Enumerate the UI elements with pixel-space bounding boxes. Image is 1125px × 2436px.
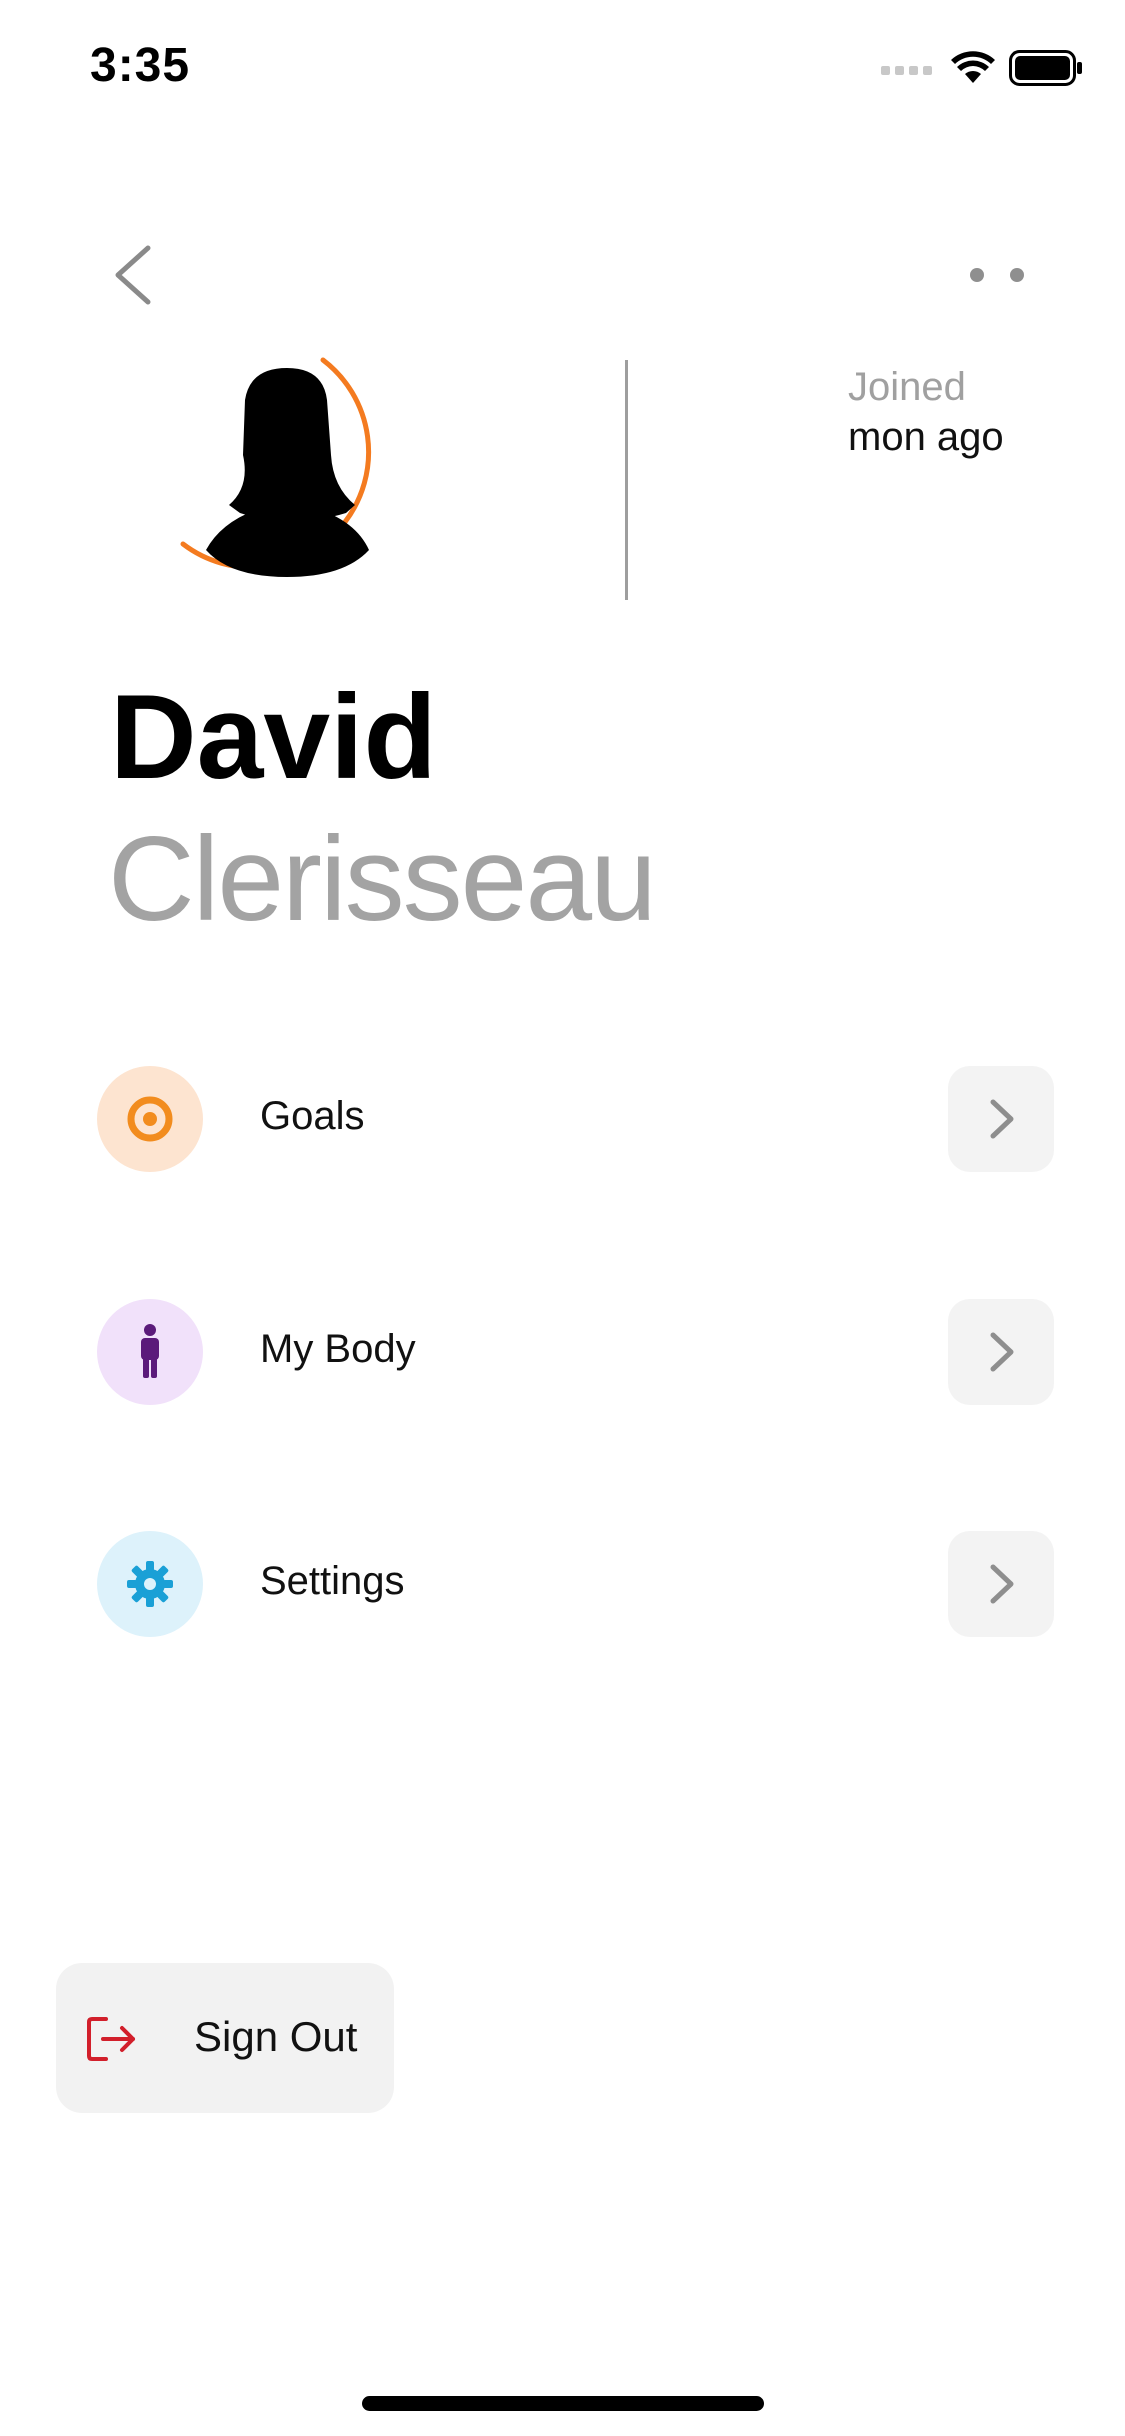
more-button[interactable] <box>965 255 1035 295</box>
chevron-right-icon <box>990 1332 1014 1372</box>
menu-item-goals[interactable]: Goals <box>0 1064 1125 1174</box>
sign-out-label: Sign Out <box>194 2013 358 2060</box>
menu-item-label: My Body <box>260 1327 416 1371</box>
status-icons <box>881 50 1083 91</box>
header-divider <box>625 360 628 600</box>
my-body-icon-badge <box>97 1299 203 1405</box>
status-time: 3:35 <box>90 39 191 92</box>
settings-chevron-button[interactable] <box>948 1531 1054 1637</box>
menu-item-my-body[interactable]: My Body <box>0 1297 1125 1407</box>
joined-value: mon ago <box>848 415 1004 459</box>
settings-icon-badge <box>97 1531 203 1637</box>
menu-item-settings[interactable]: Settings <box>0 1529 1125 1639</box>
goals-chevron-button[interactable] <box>948 1066 1054 1172</box>
last-name: Clerisseau <box>108 812 657 946</box>
chevron-right-icon <box>990 1564 1014 1604</box>
joined-label: Joined <box>848 365 966 409</box>
gear-icon <box>127 1561 173 1607</box>
goals-icon-badge <box>97 1066 203 1172</box>
signal-icon <box>881 60 937 81</box>
more-dots-icon <box>970 268 1024 282</box>
my-body-chevron-button[interactable] <box>948 1299 1054 1405</box>
home-indicator <box>362 2396 764 2411</box>
person-icon <box>141 1324 159 1378</box>
battery-icon <box>1009 50 1083 91</box>
sign-out-button[interactable]: Sign Out <box>56 1963 394 2113</box>
chevron-right-icon <box>990 1099 1014 1139</box>
sign-out-icon <box>87 2017 135 2061</box>
wifi-icon <box>951 51 995 90</box>
chevron-left-icon <box>115 245 151 305</box>
menu-item-label: Settings <box>260 1559 405 1603</box>
avatar[interactable] <box>170 355 410 605</box>
first-name: David <box>110 670 437 804</box>
menu-item-label: Goals <box>260 1094 365 1138</box>
back-button[interactable] <box>100 230 170 320</box>
target-icon <box>127 1096 173 1142</box>
female-silhouette-icon <box>206 368 369 577</box>
